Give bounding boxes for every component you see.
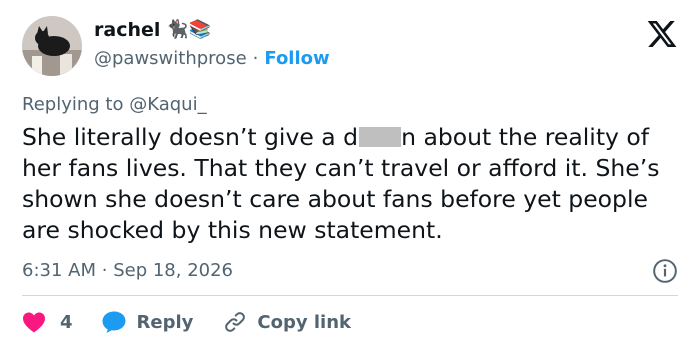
author-name-row: rachel 🐈‍⬛📚 xyxy=(94,19,211,41)
reply-label: Reply xyxy=(136,311,194,333)
reply-bubble-icon xyxy=(102,311,126,333)
like-button[interactable]: 4 xyxy=(22,311,101,333)
action-bar: 4 Reply Copy link xyxy=(22,310,351,334)
reply-mention[interactable]: @Kaqui_ xyxy=(129,94,206,115)
redaction-block xyxy=(359,127,402,147)
info-icon[interactable] xyxy=(652,258,678,284)
like-count: 4 xyxy=(60,311,73,333)
divider xyxy=(22,295,678,296)
tweet-text: She literally doesn’t give a dn about th… xyxy=(22,122,682,246)
avatar-photo xyxy=(22,16,82,76)
replying-to-prefix: Replying to xyxy=(22,94,124,115)
replying-to: Replying to @Kaqui_ xyxy=(22,94,207,115)
follow-button[interactable]: Follow xyxy=(264,48,329,69)
separator-dot: · xyxy=(252,48,259,69)
copy-link-label: Copy link xyxy=(257,311,351,333)
copy-link-button[interactable]: Copy link xyxy=(223,310,351,334)
tweet-timestamp[interactable]: 6:31 AM · Sep 18, 2026 xyxy=(22,260,233,281)
avatar[interactable] xyxy=(22,16,82,76)
tweet-date: Sep 18, 2026 xyxy=(113,260,234,281)
tweet-time: 6:31 AM xyxy=(22,260,96,281)
handle[interactable]: @pawswithprose xyxy=(94,48,247,69)
name-emojis: 🐈‍⬛📚 xyxy=(166,19,212,40)
reply-button[interactable]: Reply xyxy=(101,310,224,334)
heart-icon xyxy=(23,312,45,333)
tweet-text-part-1: She literally doesn’t give a d xyxy=(22,123,359,151)
display-name[interactable]: rachel xyxy=(94,19,160,41)
handle-row: @pawswithprose · Follow xyxy=(94,48,330,69)
meta-separator: · xyxy=(101,260,108,281)
link-icon xyxy=(225,312,246,332)
x-logo-icon[interactable] xyxy=(646,18,678,50)
